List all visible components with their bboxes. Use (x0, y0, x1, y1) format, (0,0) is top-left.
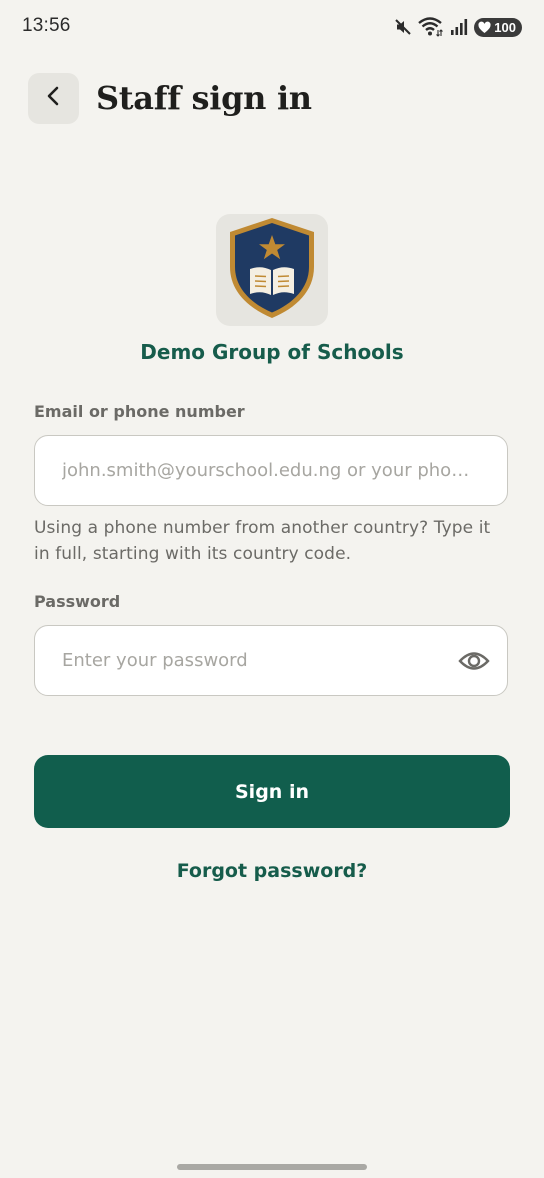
signal-icon (450, 18, 468, 36)
page-title: Staff sign in (96, 79, 312, 117)
home-indicator[interactable] (177, 1164, 367, 1170)
forgot-password-link[interactable]: Forgot password? (0, 860, 544, 882)
mute-icon (394, 18, 412, 36)
school-logo (216, 214, 328, 326)
wifi-icon (418, 17, 444, 37)
password-label: Password (34, 592, 121, 611)
sign-in-button[interactable]: Sign in (34, 755, 510, 828)
school-crest-icon (226, 215, 318, 325)
status-bar: 13:56 100 (0, 0, 544, 54)
back-button[interactable] (28, 72, 79, 124)
email-label: Email or phone number (34, 402, 245, 421)
eye-icon[interactable] (457, 644, 491, 678)
email-helper-text: Using a phone number from another countr… (34, 518, 491, 564)
battery-icon: 100 (474, 17, 522, 37)
email-field[interactable] (35, 436, 507, 505)
header: Staff sign in (28, 72, 312, 124)
chevron-left-icon (44, 85, 64, 111)
status-icons: 100 (394, 14, 522, 40)
email-field-box (34, 435, 508, 506)
password-field[interactable] (35, 626, 507, 695)
school-name: Demo Group of Schools (140, 340, 404, 364)
battery-level: 100 (494, 19, 516, 35)
status-time: 13:56 (22, 15, 71, 36)
password-field-box (34, 625, 508, 696)
